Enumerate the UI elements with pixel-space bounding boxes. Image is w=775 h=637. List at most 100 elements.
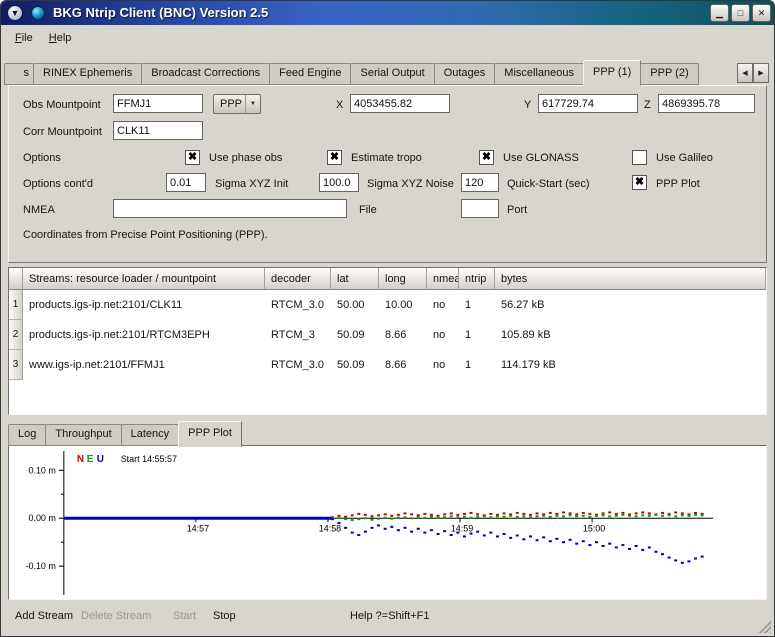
- resize-grip-icon[interactable]: [758, 620, 771, 633]
- delete-stream-button[interactable]: Delete Stream: [77, 608, 155, 624]
- tab-serial-output[interactable]: Serial Output: [350, 63, 434, 85]
- x-coordinate-input[interactable]: [350, 94, 450, 113]
- nmea-port-input[interactable]: [461, 199, 499, 218]
- ppp-plot-panel: 0.10 m 0.00 m -0.10 m 14:57 14:58 14:59 15:00 N…: [8, 445, 767, 600]
- cell-ntrip: 1: [459, 290, 495, 320]
- col-header-decoder: decoder: [265, 268, 331, 290]
- tab-miscellaneous[interactable]: Miscellaneous: [494, 63, 584, 85]
- row-number: 1: [9, 290, 23, 320]
- cell-mountpoint: products.igs-ip.net:2101/CLK11: [23, 290, 265, 320]
- corr-mountpoint-input[interactable]: [113, 121, 203, 140]
- row-number: 2: [9, 320, 23, 350]
- tab-ppp-2[interactable]: PPP (2): [640, 63, 698, 85]
- app-icon: [31, 6, 45, 20]
- close-button[interactable]: ✕: [752, 4, 771, 22]
- table-row[interactable]: 1 products.igs-ip.net:2101/CLK11 RTCM_3.…: [9, 290, 766, 320]
- z-coordinate-input[interactable]: [658, 94, 755, 113]
- add-stream-button[interactable]: Add Stream: [11, 608, 77, 624]
- streams-header-row: Streams: resource loader / mountpoint de…: [9, 268, 766, 290]
- tab-scroll-buttons: ◀ ▶: [737, 63, 769, 83]
- tab-ppp-1[interactable]: PPP (1): [583, 60, 641, 86]
- cell-bytes: 114.179 kB: [495, 350, 766, 380]
- svg-text:N: N: [77, 454, 84, 465]
- start-button[interactable]: Start: [169, 608, 200, 624]
- cell-lat: 50.09: [331, 320, 379, 350]
- use-glonass-label: Use GLONASS: [503, 152, 579, 164]
- maximize-button[interactable]: □: [731, 4, 750, 22]
- sigma-xyz-noise-label: Sigma XYZ Noise: [367, 178, 454, 190]
- svg-text:0.10 m: 0.10 m: [28, 465, 55, 475]
- tab-outages[interactable]: Outages: [434, 63, 496, 85]
- svg-text:14:57: 14:57: [187, 523, 209, 533]
- cell-decoder: RTCM_3.0: [265, 290, 331, 320]
- cell-mountpoint: www.igs-ip.net:2101/FFMJ1: [23, 350, 265, 380]
- sigma-xyz-noise-input[interactable]: [319, 173, 359, 192]
- menubar: File Help: [1, 27, 774, 49]
- cell-decoder: RTCM_3.0: [265, 350, 331, 380]
- options-contd-label: Options cont'd: [23, 178, 93, 190]
- sigma-xyz-init-label: Sigma XYZ Init: [215, 178, 288, 190]
- nmea-file-input[interactable]: [113, 199, 347, 218]
- tab-throughput[interactable]: Throughput: [45, 424, 121, 446]
- chevron-down-icon: ▼: [245, 95, 260, 113]
- help-hint: Help ?=Shift+F1: [346, 608, 434, 624]
- obs-mountpoint-input[interactable]: [113, 94, 203, 113]
- sigma-xyz-init-input[interactable]: [166, 173, 206, 192]
- minimize-button[interactable]: ▁: [710, 4, 729, 22]
- table-row[interactable]: 2 products.igs-ip.net:2101/RTCM3EPH RTCM…: [9, 320, 766, 350]
- svg-text:15:00: 15:00: [583, 523, 605, 533]
- tab-scroll-left-button[interactable]: ◀: [737, 63, 753, 83]
- stop-button[interactable]: Stop: [209, 608, 240, 624]
- use-galileo-checkbox[interactable]: [632, 150, 647, 165]
- quick-start-label: Quick-Start (sec): [507, 178, 590, 190]
- svg-text:-0.10 m: -0.10 m: [25, 561, 55, 571]
- quick-start-input[interactable]: [461, 173, 499, 192]
- output-tabs: Log Throughput Latency PPP Plot: [8, 424, 241, 446]
- menu-file[interactable]: File: [7, 29, 41, 47]
- options-label: Options: [23, 152, 61, 164]
- maximize-icon: □: [738, 9, 743, 18]
- pane-hint: Coordinates from Precise Point Positioni…: [23, 229, 268, 241]
- use-phase-obs-checkbox[interactable]: [185, 150, 200, 165]
- bnc-window: ▼ BKG Ntrip Client (BNC) Version 2.5 ▁ □…: [0, 0, 775, 637]
- tab-feed-engine[interactable]: Feed Engine: [269, 63, 351, 85]
- window-menu-button[interactable]: ▼: [7, 5, 23, 21]
- file-label: File: [359, 204, 377, 216]
- use-glonass-checkbox[interactable]: [479, 150, 494, 165]
- nmea-label: NMEA: [23, 204, 55, 216]
- ppp-mode-select[interactable]: PPP ▼: [213, 94, 261, 114]
- z-label: Z: [644, 99, 651, 111]
- tab-rinex-ephemeris[interactable]: RINEX Ephemeris: [33, 63, 142, 85]
- tab-broadcast-corrections[interactable]: Broadcast Corrections: [141, 63, 270, 85]
- tab-log[interactable]: Log: [8, 424, 46, 446]
- cell-lat: 50.00: [331, 290, 379, 320]
- row-number: 3: [9, 350, 23, 380]
- port-label: Port: [507, 204, 527, 216]
- tab-clipped[interactable]: s: [4, 63, 34, 85]
- y-coordinate-input[interactable]: [538, 94, 638, 113]
- cell-lat: 50.09: [331, 350, 379, 380]
- svg-text:0.00 m: 0.00 m: [28, 513, 55, 523]
- chevron-down-icon: ▼: [11, 9, 20, 18]
- col-header-ntrip: ntrip: [459, 268, 495, 290]
- corr-mountpoint-label: Corr Mountpoint: [23, 126, 102, 138]
- svg-text:Start 14:55:57: Start 14:55:57: [121, 454, 177, 464]
- config-tabs: s RINEX Ephemeris Broadcast Corrections …: [4, 61, 774, 85]
- tab-scroll-right-button[interactable]: ▶: [753, 63, 769, 83]
- chevron-right-icon: ▶: [758, 69, 763, 77]
- ppp-mode-value: PPP: [214, 98, 245, 110]
- ppp-plot-checkbox[interactable]: [632, 175, 647, 190]
- ppp-plot-label: PPP Plot: [656, 178, 700, 190]
- svg-text:14:58: 14:58: [319, 523, 341, 533]
- svg-text:14:59: 14:59: [451, 523, 473, 533]
- svg-text:U: U: [97, 454, 104, 465]
- tab-ppp-plot[interactable]: PPP Plot: [178, 421, 242, 447]
- window-title: BKG Ntrip Client (BNC) Version 2.5: [53, 5, 268, 20]
- tab-latency[interactable]: Latency: [121, 424, 180, 446]
- chevron-left-icon: ◀: [742, 69, 747, 77]
- window-controls: ▁ □ ✕: [710, 4, 771, 22]
- table-row[interactable]: 3 www.igs-ip.net:2101/FFMJ1 RTCM_3.0 50.…: [9, 350, 766, 380]
- menu-help[interactable]: Help: [41, 29, 80, 47]
- estimate-tropo-checkbox[interactable]: [327, 150, 342, 165]
- ppp-plot-svg: 0.10 m 0.00 m -0.10 m 14:57 14:58 14:59 15:00 N…: [9, 446, 766, 599]
